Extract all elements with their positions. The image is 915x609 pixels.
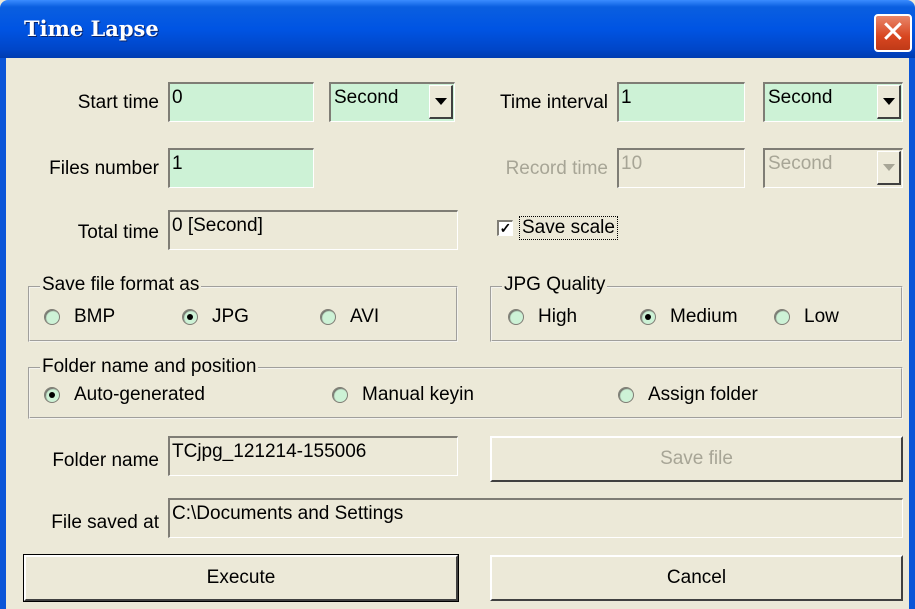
save-scale-checkbox[interactable]: ✓ Save scale xyxy=(497,216,618,240)
close-icon: ✕ xyxy=(880,15,906,50)
folder-name-label: Folder name xyxy=(52,450,159,471)
folder-name-display: TCjpg_121214-155006 xyxy=(168,436,458,476)
radio-selected-icon xyxy=(44,387,60,403)
save-file-button: Save file xyxy=(490,436,903,482)
radio-label: Low xyxy=(804,306,839,327)
radio-label: AVI xyxy=(350,306,380,327)
radio-icon xyxy=(332,387,348,403)
start-time-unit-value: Second xyxy=(334,87,399,108)
record-time-unit-select: Second xyxy=(763,148,903,188)
radio-label: BMP xyxy=(74,306,116,327)
radio-icon xyxy=(618,387,634,403)
radio-bmp[interactable]: BMP xyxy=(44,306,115,328)
radio-selected-icon xyxy=(182,309,198,325)
record-time-input: 10 xyxy=(617,148,745,188)
total-time-display: 0 [Second] xyxy=(168,210,458,250)
window-frame-right xyxy=(909,58,915,609)
checkbox-check-icon: ✓ xyxy=(497,220,513,236)
close-button[interactable]: ✕ xyxy=(874,14,912,52)
radio-medium[interactable]: Medium xyxy=(640,306,738,328)
radio-selected-icon xyxy=(640,309,656,325)
window-title: Time Lapse xyxy=(24,16,159,41)
radio-label: Assign folder xyxy=(648,384,758,405)
execute-button[interactable]: Execute xyxy=(23,554,459,602)
radio-jpg[interactable]: JPG xyxy=(182,306,249,328)
dropdown-arrow-icon[interactable] xyxy=(877,85,901,119)
save-format-legend: Save file format as xyxy=(40,274,202,295)
radio-label: Medium xyxy=(670,306,738,327)
radio-icon xyxy=(320,309,336,325)
radio-icon xyxy=(508,309,524,325)
radio-label: Auto-generated xyxy=(74,384,205,405)
file-saved-at-label: File saved at xyxy=(51,512,159,533)
radio-auto-generated[interactable]: Auto-generated xyxy=(44,384,205,406)
record-time-unit-value: Second xyxy=(768,153,833,174)
radio-icon xyxy=(774,309,790,325)
files-number-input[interactable]: 1 xyxy=(168,148,314,188)
files-number-label: Files number xyxy=(49,158,159,179)
dropdown-arrow-icon xyxy=(877,151,901,185)
radio-icon xyxy=(44,309,60,325)
total-time-label: Total time xyxy=(77,222,159,243)
radio-assign-folder[interactable]: Assign folder xyxy=(618,384,758,406)
radio-label: JPG xyxy=(212,306,249,327)
dropdown-arrow-icon[interactable] xyxy=(429,85,453,119)
window-frame-left xyxy=(0,58,6,609)
start-time-input[interactable]: 0 xyxy=(168,82,314,122)
jpg-quality-legend: JPG Quality xyxy=(502,274,608,295)
time-interval-label: Time interval xyxy=(499,92,608,113)
cancel-button[interactable]: Cancel xyxy=(490,555,903,601)
file-saved-at-display: C:\Documents and Settings xyxy=(168,498,903,538)
radio-manual-keyin[interactable]: Manual keyin xyxy=(332,384,474,406)
record-time-label: Record time xyxy=(505,158,608,179)
start-time-unit-select[interactable]: Second xyxy=(329,82,455,122)
start-time-label: Start time xyxy=(77,92,159,113)
radio-low[interactable]: Low xyxy=(774,306,839,328)
save-scale-label: Save scale xyxy=(519,216,618,240)
radio-high[interactable]: High xyxy=(508,306,577,328)
time-interval-unit-select[interactable]: Second xyxy=(763,82,903,122)
time-interval-unit-value: Second xyxy=(768,87,833,108)
radio-label: High xyxy=(538,306,578,327)
radio-avi[interactable]: AVI xyxy=(320,306,379,328)
time-interval-input[interactable]: 1 xyxy=(617,82,745,122)
folder-position-legend: Folder name and position xyxy=(40,356,259,377)
radio-label: Manual keyin xyxy=(362,384,474,405)
